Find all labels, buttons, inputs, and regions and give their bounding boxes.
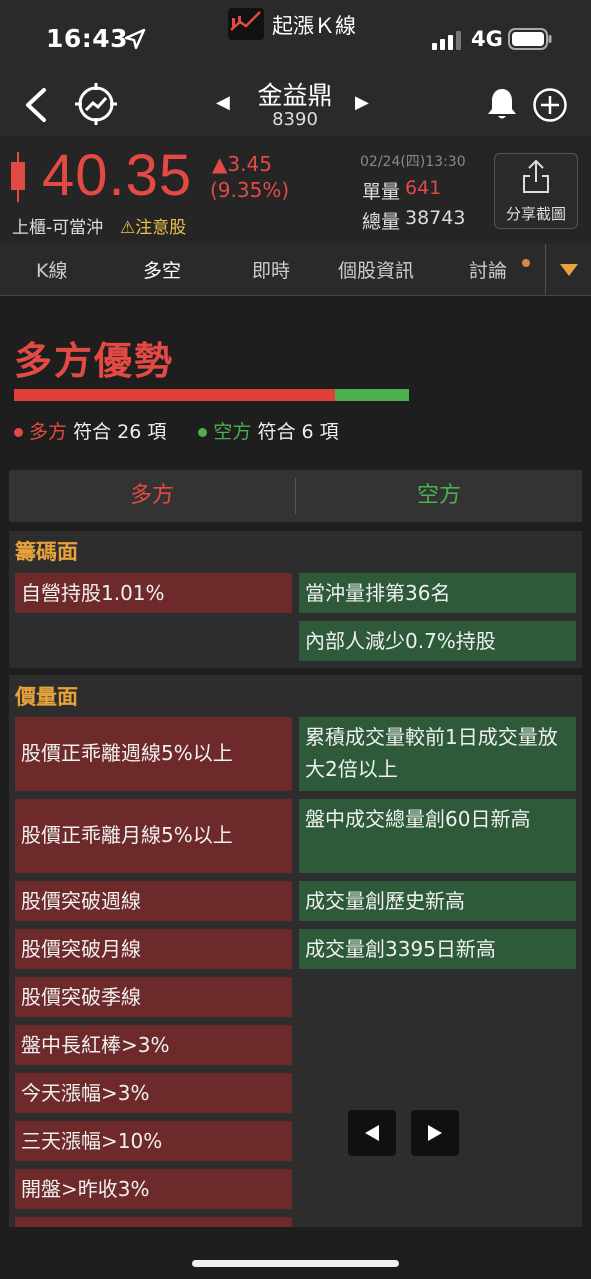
- bull-item[interactable]: 三天漲幅>10%: [15, 1121, 292, 1161]
- legend: 多方 符合 26 項 空方 符合 6 項: [14, 417, 339, 444]
- tab-bull-bear[interactable]: 多空: [143, 256, 181, 283]
- price-change-percent: (9.35%): [210, 178, 290, 202]
- right-triangle-icon: [428, 1125, 442, 1141]
- tab-discussion[interactable]: 討論: [469, 256, 507, 283]
- bull-item[interactable]: 股價突破季線: [15, 977, 292, 1017]
- section-title: 價量面: [15, 685, 78, 709]
- bear-dot-icon: [198, 428, 208, 437]
- bear-column-header[interactable]: 空方: [296, 470, 582, 522]
- share-icon: [523, 160, 549, 193]
- share-screenshot-label: 分享截圖: [505, 205, 566, 223]
- single-volume-value: 641: [405, 177, 442, 199]
- bull-item[interactable]: 開盤>昨收3%: [15, 1169, 292, 1209]
- bull-item[interactable]: 今天漲幅>3%: [15, 1073, 292, 1113]
- stock-code: 8390: [272, 109, 318, 130]
- legend-bear-count: 符合 6 項: [257, 421, 339, 443]
- bull-item[interactable]: 股價正乖離月線5%以上: [15, 799, 292, 873]
- status-time: 16:43: [46, 24, 129, 53]
- bull-item[interactable]: 盤中長紅棒>3%: [15, 1025, 292, 1065]
- dropdown-triangle-icon[interactable]: [560, 264, 578, 276]
- current-price: 40.35: [42, 143, 193, 208]
- app-name[interactable]: 起漲Ｋ線: [272, 10, 356, 40]
- signal-strength-icon: [432, 31, 461, 50]
- tab-stock-info[interactable]: 個股資訊: [338, 256, 414, 283]
- legend-bull-count: 符合 26 項: [73, 421, 167, 443]
- back-chevron-icon[interactable]: [20, 86, 52, 124]
- bear-item[interactable]: 成交量創3395日新高: [299, 929, 576, 969]
- unread-dot: [522, 259, 530, 267]
- bear-item[interactable]: 當沖量排第36名: [299, 573, 576, 613]
- page-prev-button[interactable]: [348, 1110, 396, 1156]
- attention-stock-badge[interactable]: ⚠注意股: [120, 213, 186, 238]
- bear-item[interactable]: 成交量創歷史新高: [299, 881, 576, 921]
- bell-icon[interactable]: [484, 86, 520, 122]
- verdict-title: 多方優勢: [14, 339, 175, 383]
- single-volume-label: 單量: [362, 181, 401, 203]
- bull-item[interactable]: 股價正乖離週線5%以上: [15, 717, 292, 791]
- bull-column-header[interactable]: 多方: [9, 470, 295, 522]
- bull-item[interactable]: 自營持股1.01%: [15, 573, 292, 613]
- prev-stock-button[interactable]: ◀: [216, 92, 230, 113]
- page-next-button[interactable]: [411, 1110, 459, 1156]
- price-change: ▲3.45: [212, 152, 272, 176]
- home-indicator[interactable]: [192, 1260, 399, 1267]
- legend-bull-label: 多方: [29, 421, 68, 443]
- left-triangle-icon: [365, 1125, 379, 1141]
- battery-icon: [508, 28, 552, 50]
- red-candlestick-icon: [11, 152, 25, 202]
- bull-item[interactable]: 股價突破月線: [15, 929, 292, 969]
- next-stock-button[interactable]: ▶: [355, 92, 369, 113]
- bear-item[interactable]: 盤中成交總量創60日新高: [299, 799, 576, 873]
- legend-bear-label: 空方: [213, 421, 252, 443]
- bull-item[interactable]: 股價突破週線: [15, 881, 292, 921]
- add-circle-icon[interactable]: [532, 87, 568, 123]
- bear-item[interactable]: 內部人減少0.7%持股: [299, 621, 576, 661]
- bull-item-partial[interactable]: [15, 1217, 292, 1227]
- location-arrow-icon: [124, 28, 146, 50]
- total-volume-value: 38743: [405, 207, 466, 229]
- bull-ratio-fill: [14, 389, 335, 401]
- bull-dot-icon: [14, 428, 23, 437]
- bear-item[interactable]: 累積成交量較前1日成交量放大2倍以上: [299, 717, 576, 791]
- app-logo-icon: [228, 8, 264, 40]
- crosshair-trend-icon[interactable]: [74, 82, 118, 126]
- total-volume-label: 總量: [362, 211, 401, 233]
- tab-realtime[interactable]: 即時: [252, 256, 290, 283]
- stock-name: 金益鼎: [257, 81, 333, 110]
- network-type: 4G: [471, 27, 503, 51]
- quote-timestamp: 02/24(四)13:30: [360, 154, 466, 170]
- market-tag: 上櫃-可當沖: [12, 218, 104, 238]
- tab-divider: [545, 244, 546, 294]
- section-title: 籌碼面: [15, 540, 78, 564]
- tab-kline[interactable]: K線: [36, 256, 67, 283]
